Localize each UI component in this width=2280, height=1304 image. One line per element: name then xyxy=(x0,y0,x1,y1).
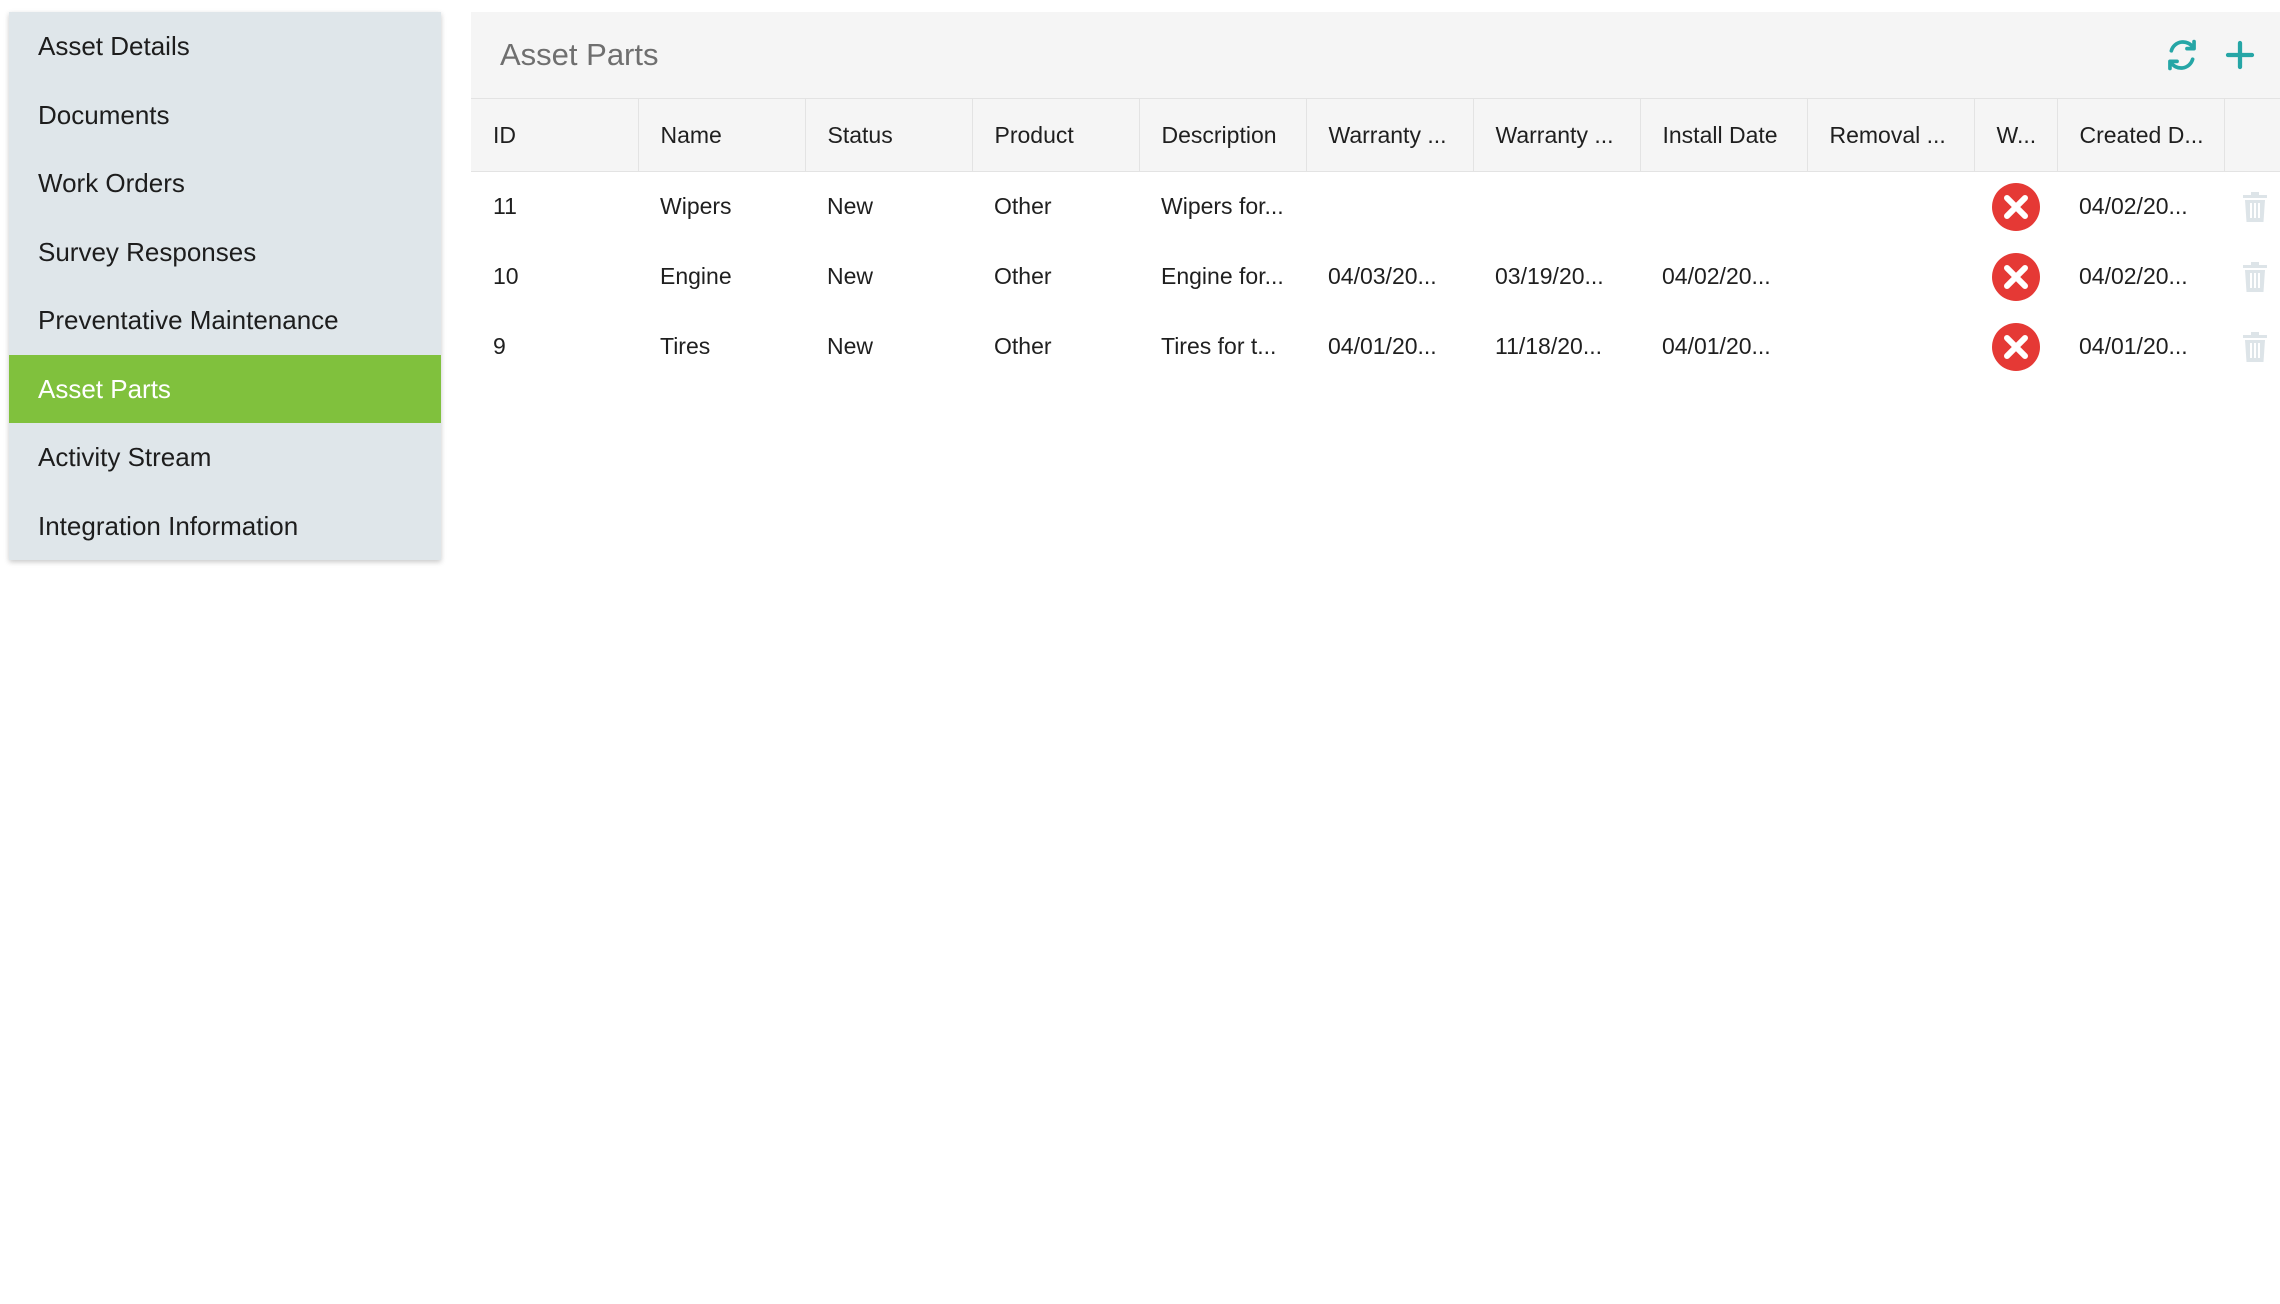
table-row[interactable]: 11 Wipers New Other Wipers for... 04/02/… xyxy=(471,172,2280,242)
sidebar-item-work-orders[interactable]: Work Orders xyxy=(9,149,441,218)
cell-removal xyxy=(1807,312,1974,382)
sidebar-item-asset-parts[interactable]: Asset Parts xyxy=(9,354,441,423)
column-header-status[interactable]: Status xyxy=(805,98,973,172)
cell-warranty-end: 03/19/20... xyxy=(1495,263,1604,289)
sidebar-item-activity-stream[interactable]: Activity Stream xyxy=(9,423,441,492)
cell-warranty-start: 04/01/20... xyxy=(1328,333,1437,359)
column-header-install-date[interactable]: Install Date xyxy=(1640,98,1808,172)
cell-removal xyxy=(1807,242,1974,312)
trash-icon[interactable] xyxy=(2241,331,2269,362)
x-circle-icon xyxy=(1991,252,2041,302)
cell-warranty-end: 11/18/20... xyxy=(1495,333,1602,359)
cell-install-date: 04/02/20... xyxy=(1662,263,1771,289)
cell-product: Other xyxy=(994,263,1052,289)
cell-w xyxy=(1974,172,2057,242)
column-header-id[interactable]: ID xyxy=(471,98,639,172)
cell-id: 9 xyxy=(493,333,506,359)
column-header-warranty-start[interactable]: Warranty ... xyxy=(1306,98,1474,172)
column-header-actions xyxy=(2224,98,2280,172)
cell-status: New xyxy=(827,193,874,220)
table-header-row: ID Name Status Product Description Warra… xyxy=(471,98,2280,172)
trash-icon[interactable] xyxy=(2241,191,2269,222)
sidebar-item-integration-information[interactable]: Integration Information xyxy=(9,492,441,561)
cell-warranty-start: 04/03/20... xyxy=(1328,263,1437,289)
cell-name: Engine xyxy=(660,263,732,289)
cell-name: Tires xyxy=(660,333,711,359)
column-header-warranty-end[interactable]: Warranty ... xyxy=(1473,98,1641,172)
asset-parts-table: ID Name Status Product Description Warra… xyxy=(471,98,2280,382)
column-header-removal[interactable]: Removal ... xyxy=(1807,98,1975,172)
x-circle-icon xyxy=(1991,182,2041,232)
cell-status: New xyxy=(827,263,874,289)
cell-removal xyxy=(1807,172,1974,242)
asset-parts-panel: Asset Parts ID Name Status Product Descr… xyxy=(471,12,2280,382)
cell-install-date xyxy=(1640,172,1807,242)
column-header-w[interactable]: W... xyxy=(1974,98,2058,172)
cell-created-date: 04/02/20... xyxy=(2079,193,2188,220)
cell-id: 10 xyxy=(493,263,519,289)
panel-header: Asset Parts xyxy=(471,12,2280,98)
cell-install-date: 04/01/20... xyxy=(1662,333,1771,359)
cell-warranty-start xyxy=(1306,172,1473,242)
header-actions xyxy=(2164,37,2258,73)
sidebar-item-documents[interactable]: Documents xyxy=(9,81,441,150)
cell-actions xyxy=(2224,172,2280,242)
cell-created-date: 04/01/20... xyxy=(2079,333,2188,359)
cell-warranty-end xyxy=(1473,172,1640,242)
table-row[interactable]: 9 Tires New Other Tires for t... 04/01/2… xyxy=(471,312,2280,382)
sidebar-item-preventative-maintenance[interactable]: Preventative Maintenance xyxy=(9,286,441,355)
cell-status: New xyxy=(827,333,874,359)
cell-actions xyxy=(2224,312,2280,382)
cell-name: Wipers xyxy=(660,193,732,220)
sidebar-nav: Asset Details Documents Work Orders Surv… xyxy=(9,12,441,560)
cell-description: Engine for... xyxy=(1161,263,1284,289)
cell-w xyxy=(1974,242,2057,312)
column-header-product[interactable]: Product xyxy=(972,98,1140,172)
sidebar-item-survey-responses[interactable]: Survey Responses xyxy=(9,218,441,287)
column-header-name[interactable]: Name xyxy=(638,98,806,172)
panel-title: Asset Parts xyxy=(500,37,659,72)
cell-description: Wipers for... xyxy=(1161,193,1284,220)
cell-actions xyxy=(2224,242,2280,312)
plus-icon[interactable] xyxy=(2222,37,2258,73)
cell-product: Other xyxy=(994,333,1052,359)
sidebar-item-asset-details[interactable]: Asset Details xyxy=(9,12,441,81)
trash-icon[interactable] xyxy=(2241,261,2269,292)
cell-description: Tires for t... xyxy=(1161,333,1277,359)
cell-id: 11 xyxy=(493,193,517,220)
column-header-created-date[interactable]: Created D... xyxy=(2057,98,2225,172)
x-circle-icon xyxy=(1991,322,2041,372)
cell-w xyxy=(1974,312,2057,382)
refresh-icon[interactable] xyxy=(2164,37,2200,73)
cell-product: Other xyxy=(994,193,1052,220)
column-header-description[interactable]: Description xyxy=(1139,98,1307,172)
table-row[interactable]: 10 Engine New Other Engine for... 04/03/… xyxy=(471,242,2280,312)
cell-created-date: 04/02/20... xyxy=(2079,263,2188,289)
